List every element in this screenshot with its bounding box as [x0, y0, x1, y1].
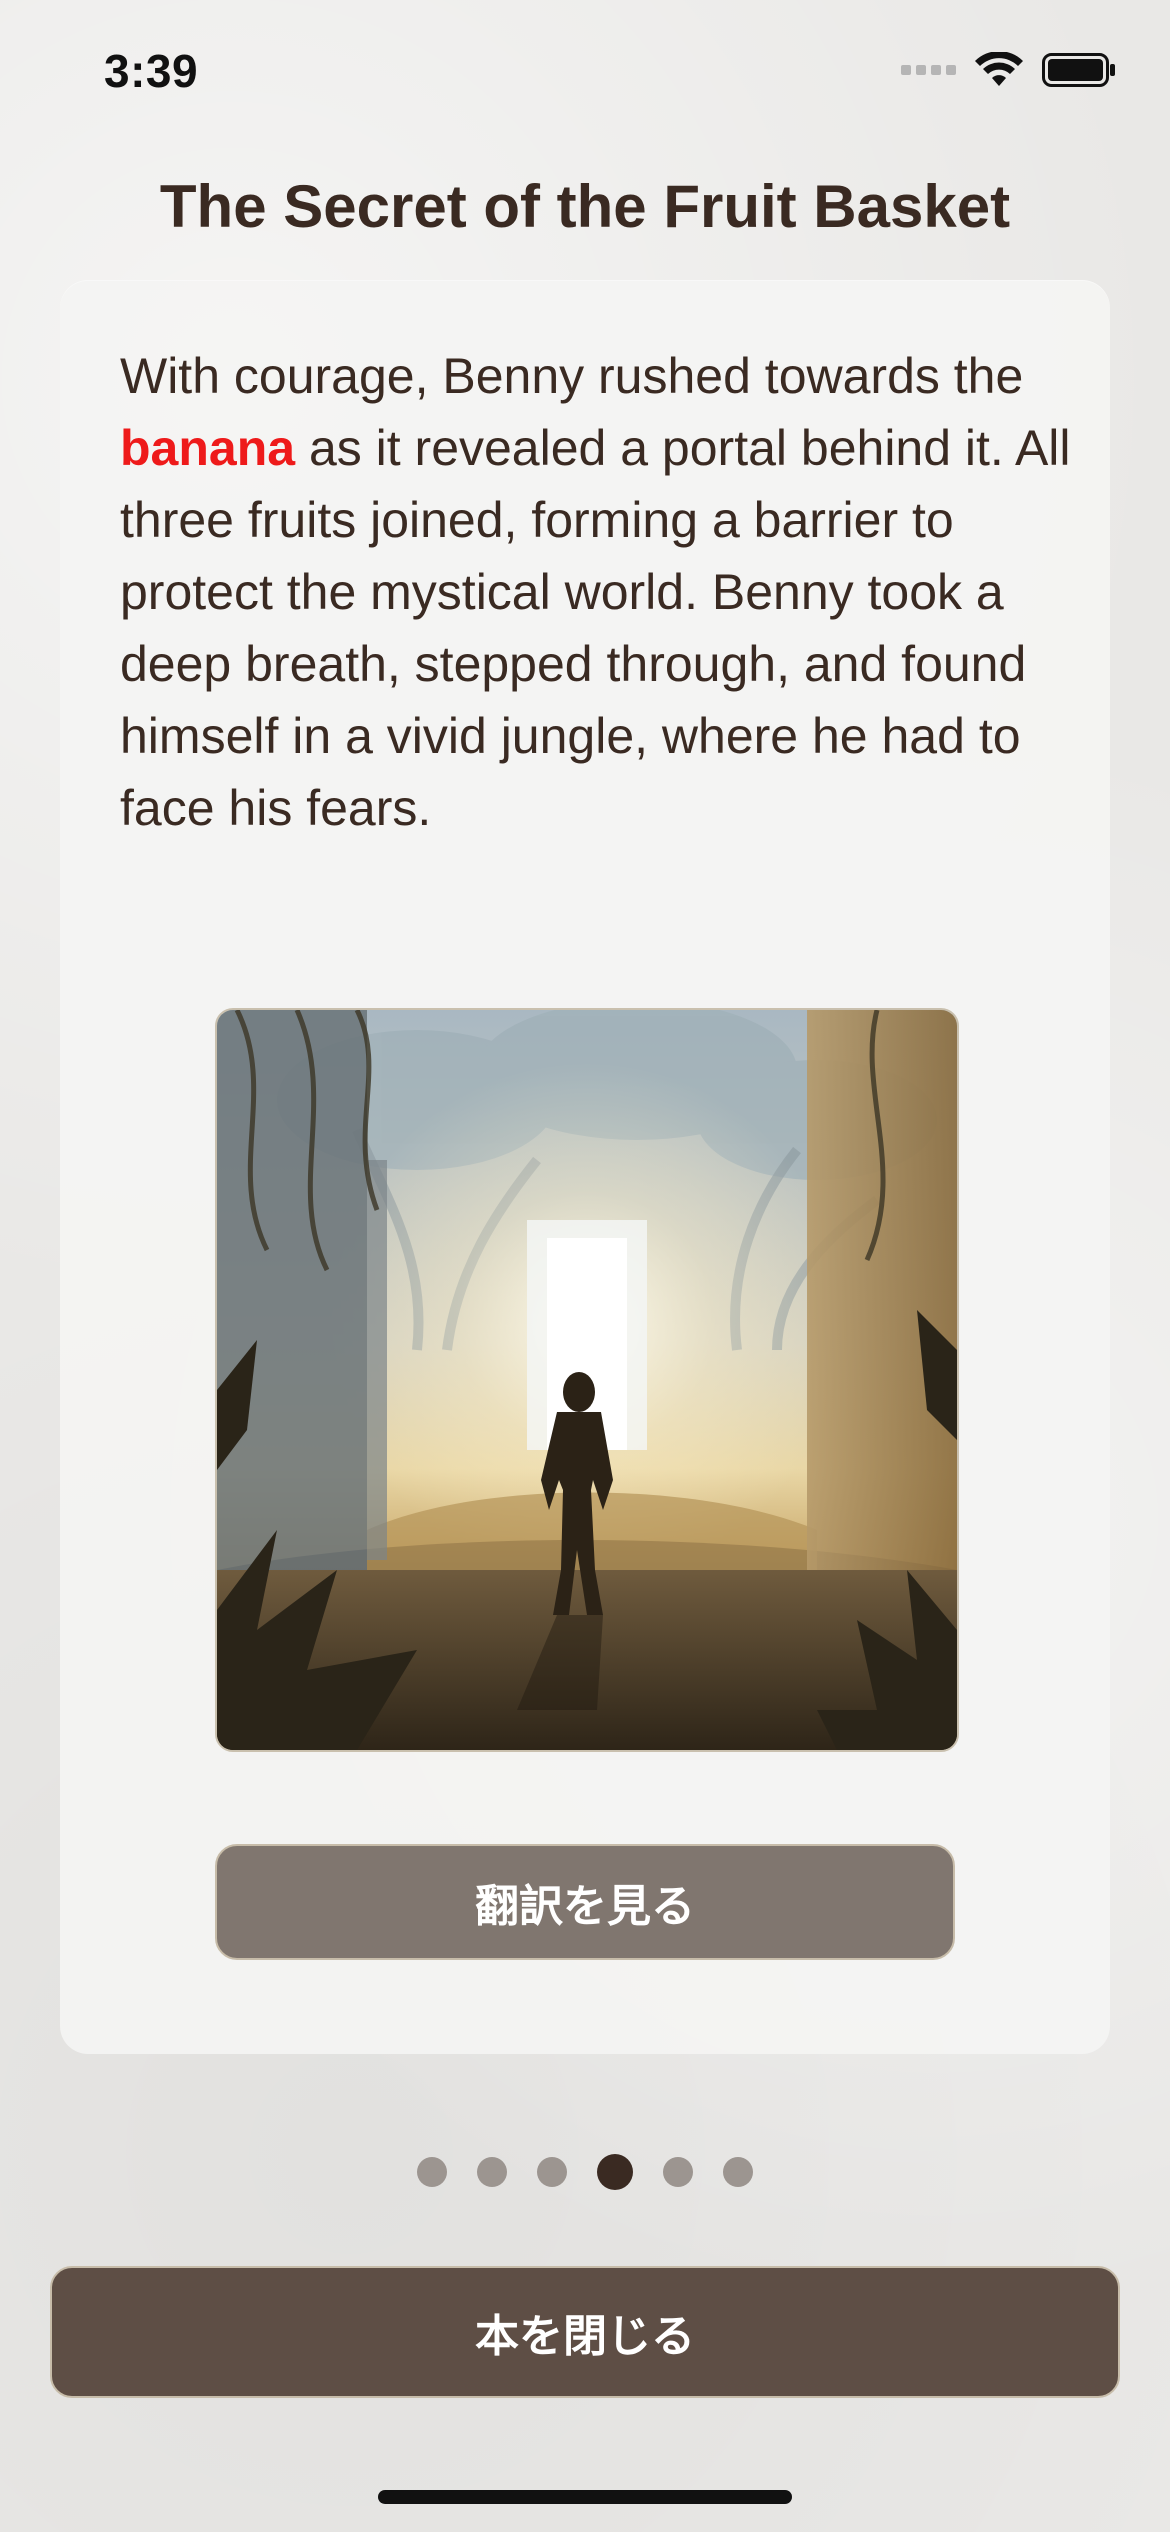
- status-time: 3:39: [104, 45, 199, 97]
- highlighted-word[interactable]: banana: [120, 420, 295, 476]
- page-dot-3[interactable]: [537, 2157, 567, 2187]
- battery-icon: [1042, 53, 1115, 87]
- story-text: With courage, Benny rushed towards the b…: [120, 340, 1080, 844]
- page-dot-1[interactable]: [417, 2157, 447, 2187]
- home-indicator[interactable]: [378, 2490, 792, 2504]
- page-title: The Secret of the Fruit Basket: [159, 173, 1011, 240]
- story-card: With courage, Benny rushed towards the b…: [60, 280, 1110, 2054]
- wifi-icon: [975, 52, 1023, 86]
- story-text-after: as it revealed a portal behind it. All t…: [120, 420, 1071, 836]
- page-dot-2[interactable]: [477, 2157, 507, 2187]
- page-indicator: [0, 2154, 1170, 2190]
- page-dot-5[interactable]: [663, 2157, 693, 2187]
- story-text-before: With courage, Benny rushed towards the: [120, 348, 1024, 404]
- close-book-button[interactable]: 本を閉じる: [50, 2266, 1120, 2398]
- status-icons: [901, 52, 1116, 88]
- status-bar: 3:39: [0, 0, 1170, 150]
- page-dot-4-active[interactable]: [597, 2154, 633, 2190]
- story-illustration: [215, 1008, 959, 1752]
- jungle-portal-illustration: [217, 1010, 957, 1750]
- page-dot-6[interactable]: [723, 2157, 753, 2187]
- signal-icon: [901, 65, 956, 75]
- translate-button[interactable]: 翻訳を見る: [215, 1844, 955, 1960]
